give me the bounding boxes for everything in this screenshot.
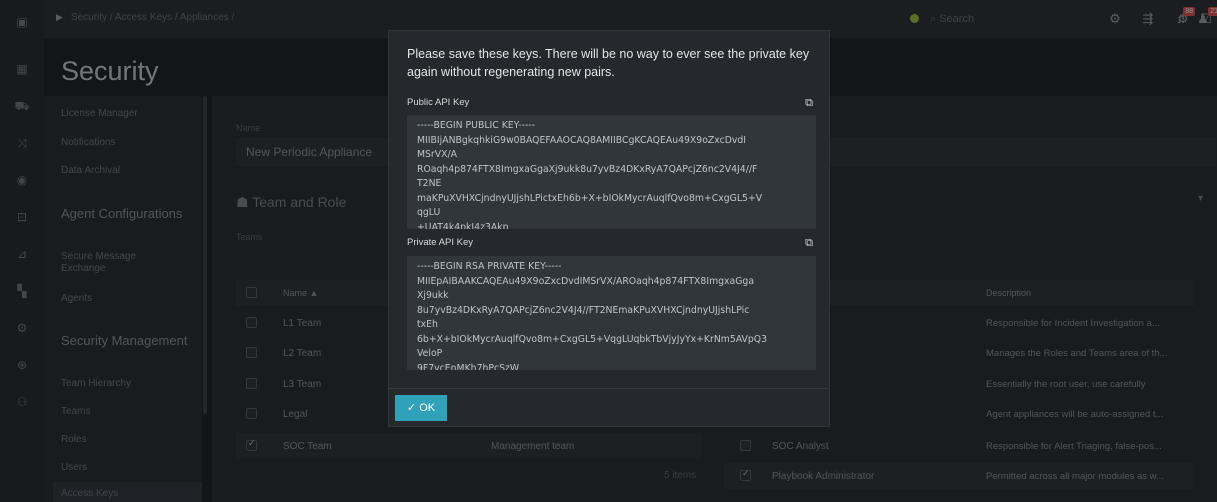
- copy-icon[interactable]: ⧉: [803, 97, 815, 109]
- dialog-message: Please save these keys. There will be no…: [407, 47, 810, 79]
- api-keys-dialog: Please save these keys. There will be no…: [388, 30, 830, 427]
- copy-icon[interactable]: ⧉: [803, 237, 815, 249]
- ok-button[interactable]: ✓ OK: [395, 395, 447, 421]
- public-key-label: Public API Key: [407, 97, 470, 108]
- private-key-label: Private API Key: [407, 237, 474, 248]
- private-key-text: -----BEGIN RSA PRIVATE KEY----- MIIEpAIB…: [417, 261, 768, 370]
- public-key-textarea[interactable]: -----BEGIN PUBLIC KEY----- MIIBIjANBgkqh…: [407, 115, 816, 229]
- check-icon: ✓: [406, 402, 417, 414]
- private-key-textarea[interactable]: -----BEGIN RSA PRIVATE KEY----- MIIEpAIB…: [407, 256, 816, 370]
- dialog-footer: ✓ OK: [389, 388, 829, 426]
- ok-label: OK: [419, 402, 436, 414]
- public-key-text: -----BEGIN PUBLIC KEY----- MIIBIjANBgkqh…: [417, 120, 763, 229]
